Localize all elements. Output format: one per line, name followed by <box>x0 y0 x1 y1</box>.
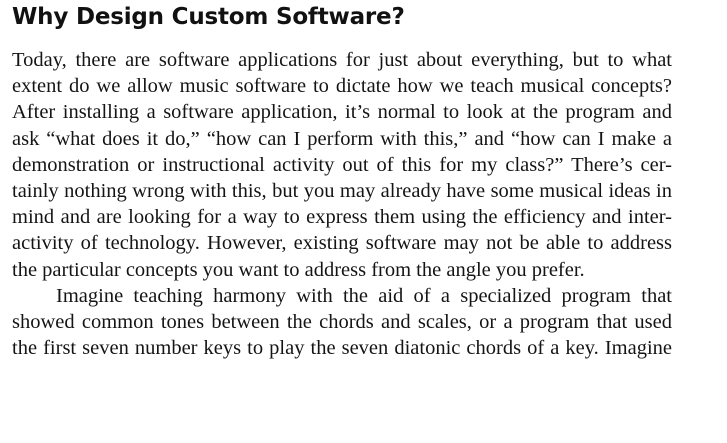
text-line: tainly nothing wrong with this, but you … <box>12 180 672 203</box>
text-line: demonstration or instructional activity … <box>12 153 672 176</box>
text-line: Imagine teaching harmony with the aid of… <box>56 284 672 307</box>
text-line: ask “what does it do,” “how can I perfor… <box>12 127 672 150</box>
text-line: the particular concepts you want to addr… <box>12 258 585 281</box>
paragraph-1: Today, there are software applications f… <box>12 47 672 283</box>
text-line: activity of technology. However, existin… <box>12 232 672 255</box>
text-line: showed common tones between the chords a… <box>12 311 672 334</box>
body-text: Today, there are software applications f… <box>12 47 672 361</box>
text-line: the first seven number keys to play the … <box>12 337 672 360</box>
text-line: mind and are looking for a way to expres… <box>12 206 672 229</box>
section-heading: Why Design Custom Software? <box>12 4 405 30</box>
paragraph-2: Imagine teaching harmony with the aid of… <box>12 283 672 362</box>
document-page: Why Design Custom Software? Today, there… <box>0 0 727 443</box>
text-line: Today, there are software applications f… <box>12 49 672 71</box>
text-line: extent do we allow music software to dic… <box>12 75 672 98</box>
text-line: After installing a software application,… <box>12 101 672 124</box>
